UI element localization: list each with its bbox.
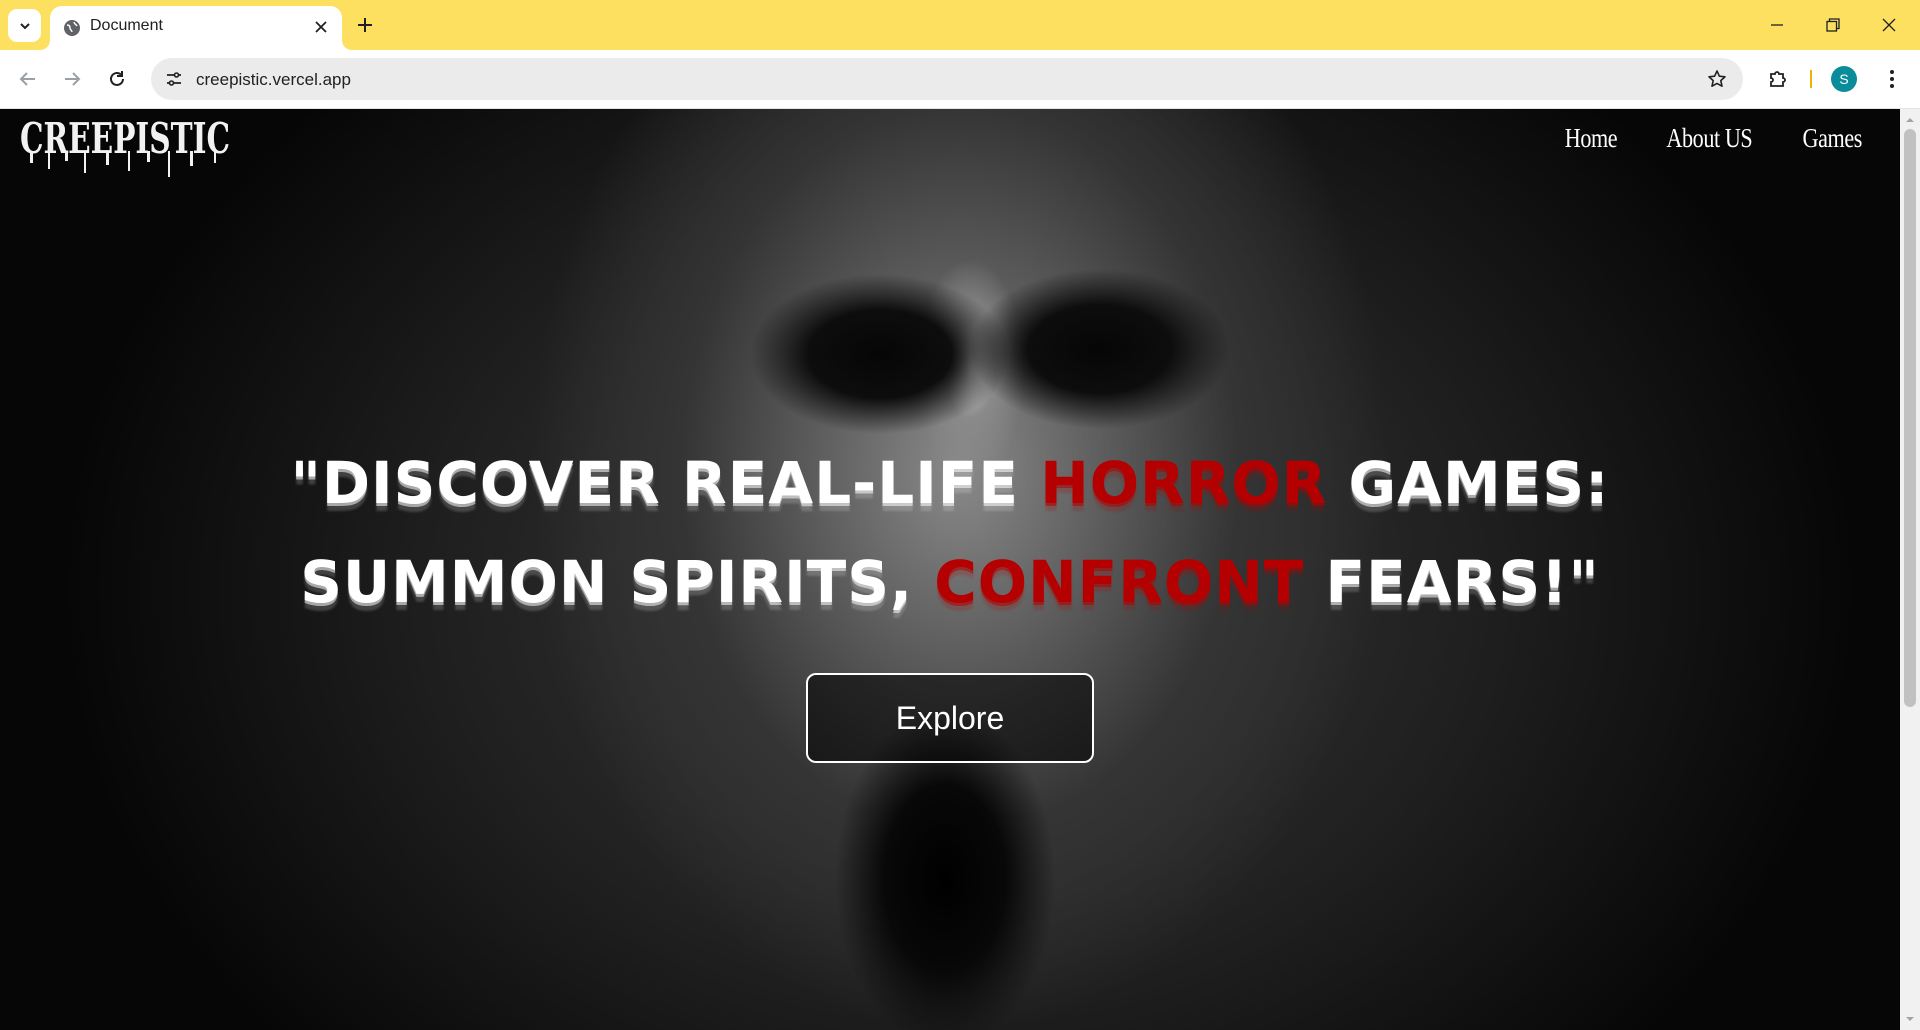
scrollbar-thumb[interactable] xyxy=(1904,129,1916,707)
restore-button[interactable] xyxy=(1813,10,1853,40)
headline-text: "DISCOVER REAL-LIFE xyxy=(290,449,1041,517)
globe-icon xyxy=(64,20,80,36)
forward-button[interactable] xyxy=(57,64,87,94)
plus-icon xyxy=(358,18,372,32)
close-tab-button[interactable] xyxy=(310,16,332,38)
minimize-icon xyxy=(1771,24,1783,26)
address-bar[interactable]: creepistic.vercel.app xyxy=(151,58,1743,100)
extensions-button[interactable] xyxy=(1763,64,1793,94)
hero-headline: "DISCOVER REAL-LIFE HORROR GAMES: SUMMON… xyxy=(60,434,1840,632)
svg-text:CREEPISTIC: CREEPISTIC xyxy=(20,114,230,163)
reload-button[interactable] xyxy=(102,64,132,94)
url-text[interactable]: creepistic.vercel.app xyxy=(196,70,351,90)
minimize-button[interactable] xyxy=(1757,10,1797,40)
star-icon xyxy=(1708,70,1726,87)
browser-toolbar: creepistic.vercel.app S xyxy=(0,50,1920,109)
browser-menu-button[interactable] xyxy=(1879,64,1905,94)
headline-text: FEARS!" xyxy=(1304,548,1600,616)
toolbar-divider xyxy=(1810,70,1812,88)
site-info-button[interactable] xyxy=(161,66,187,92)
new-tab-button[interactable] xyxy=(352,12,378,38)
page-viewport: CREEPISTIC Home About US Games "DISCOVER… xyxy=(0,109,1900,1030)
scroll-up-icon[interactable] xyxy=(1905,115,1915,125)
tab-strip: Document xyxy=(0,0,1920,50)
explore-button[interactable]: Explore xyxy=(806,673,1094,763)
close-window-button[interactable] xyxy=(1869,10,1909,40)
browser-window: Document creepistic.vercel.app S CREEPIS… xyxy=(0,0,1920,1030)
headline-accent-horror: HORROR xyxy=(1040,449,1328,517)
nav-games-link[interactable]: Games xyxy=(1802,123,1862,154)
headline-text: SUMMON SPIRITS, xyxy=(300,548,935,616)
reload-icon xyxy=(110,71,124,86)
headline-text: GAMES: xyxy=(1327,449,1610,517)
arrow-left-icon xyxy=(19,72,35,86)
tab-title: Document xyxy=(90,17,163,34)
tab-search-button[interactable] xyxy=(8,9,41,42)
page-scrollbar[interactable] xyxy=(1900,109,1920,1030)
close-icon xyxy=(1882,18,1896,32)
bookmark-button[interactable] xyxy=(1705,67,1729,91)
nav-home-link[interactable]: Home xyxy=(1565,123,1618,154)
nav-about-link[interactable]: About US xyxy=(1666,123,1752,154)
scroll-down-icon[interactable] xyxy=(1905,1014,1915,1024)
site-logo[interactable]: CREEPISTIC xyxy=(18,113,233,183)
chevron-down-icon xyxy=(19,22,30,29)
headline-accent-confront: CONFRONT xyxy=(934,548,1305,616)
back-button[interactable] xyxy=(13,64,43,94)
close-icon xyxy=(315,21,327,33)
arrow-right-icon xyxy=(65,72,81,86)
more-vert-icon xyxy=(1890,70,1894,88)
profile-avatar[interactable]: S xyxy=(1831,66,1857,92)
main-nav: Home About US Games xyxy=(1559,123,1868,154)
tune-icon xyxy=(167,72,181,86)
puzzle-icon xyxy=(1770,71,1786,87)
browser-tab[interactable]: Document xyxy=(40,6,352,50)
restore-icon xyxy=(1826,18,1840,32)
